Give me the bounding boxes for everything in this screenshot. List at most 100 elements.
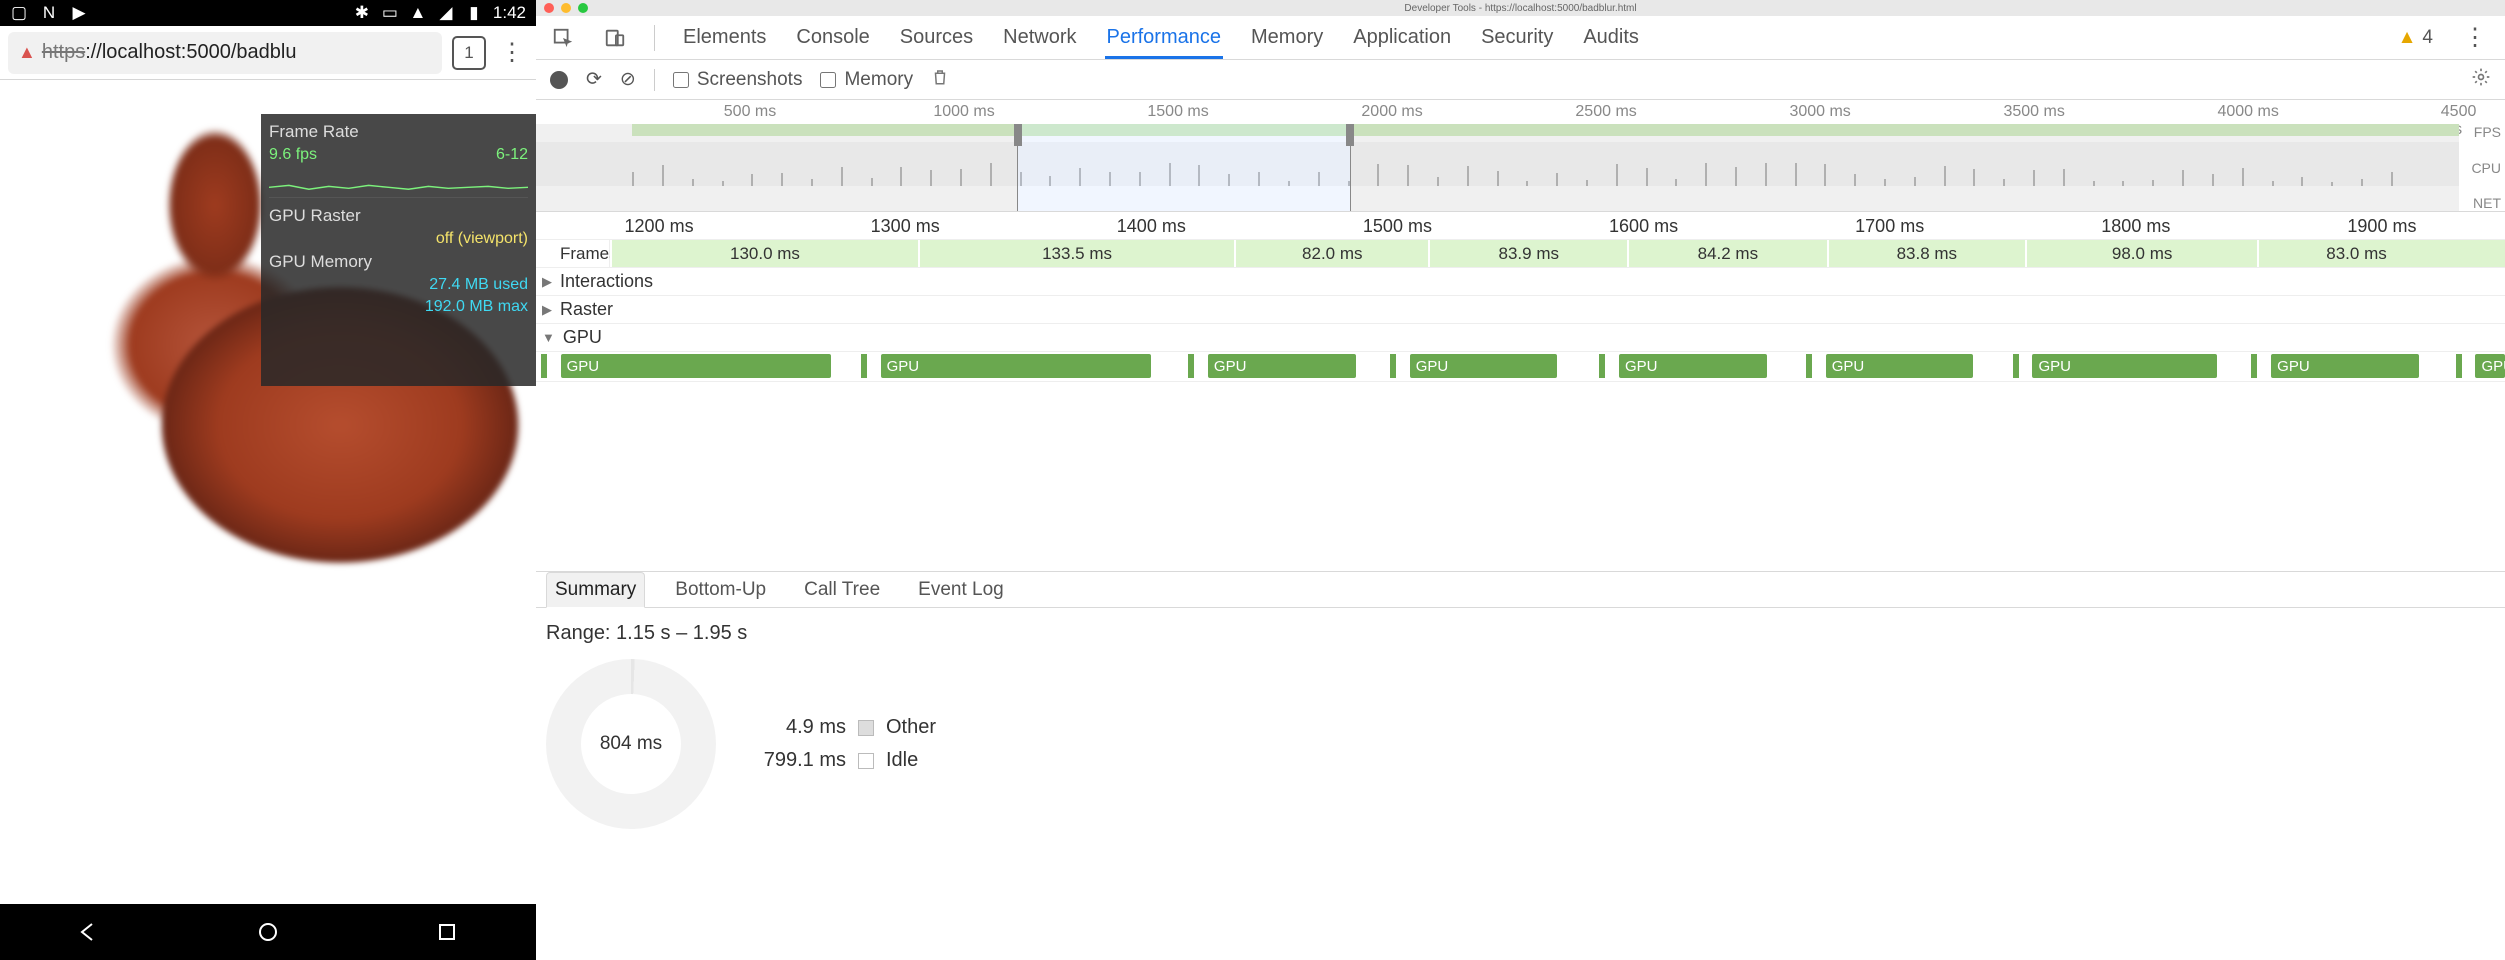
memory-toggle[interactable]: Memory — [820, 69, 913, 91]
n-icon: N — [40, 4, 58, 22]
overview-panel[interactable]: 500 ms1000 ms1500 ms2000 ms2500 ms3000 m… — [536, 100, 2505, 212]
summary-legend: 4.9 msOther 799.1 msIdle — [756, 716, 936, 772]
section-raster[interactable]: ▶Raster — [536, 296, 2505, 324]
section-interactions[interactable]: ▶Interactions — [536, 268, 2505, 296]
settings-gear-icon[interactable] — [2471, 67, 2491, 93]
tab-performance[interactable]: Performance — [1105, 16, 1224, 59]
battery-icon: ▮ — [465, 4, 483, 22]
nav-recents-icon[interactable] — [434, 919, 460, 945]
gpu-block[interactable]: GPU — [2271, 354, 2419, 378]
gpu-block[interactable]: GPU — [2475, 354, 2505, 378]
frame-block[interactable]: 82.0 ms — [1234, 240, 1428, 267]
url-input[interactable]: ▲ https://localhost:5000/badblu — [8, 32, 442, 74]
signal-icon: ◢ — [437, 4, 455, 22]
chrome-omnibar: ▲ https://localhost:5000/badblu 1 ⋮ — [0, 26, 536, 80]
gpu-mem-max: 192.0 MB max — [425, 298, 528, 316]
gpu-block[interactable]: GPU — [1410, 354, 1558, 378]
overview-ruler: 500 ms1000 ms1500 ms2000 ms2500 ms3000 m… — [536, 100, 2505, 124]
frame-block[interactable]: 98.0 ms — [2025, 240, 2257, 267]
btab-bottomup[interactable]: Bottom-Up — [667, 573, 774, 607]
gpu-block[interactable]: GPU — [881, 354, 1152, 378]
android-nav-bar — [0, 904, 536, 960]
image-icon: ▢ — [10, 4, 28, 22]
url-scheme: https — [42, 41, 85, 64]
flame-chart[interactable]: 1200 ms1300 ms1400 ms1500 ms1600 ms1700 … — [536, 212, 2505, 572]
chrome-menu-button[interactable]: ⋮ — [496, 38, 528, 67]
tab-console[interactable]: Console — [794, 16, 871, 59]
bottom-tabs: Summary Bottom-Up Call Tree Event Log — [536, 572, 2505, 608]
tab-audits[interactable]: Audits — [1581, 16, 1641, 59]
wifi-icon: ▲ — [409, 4, 427, 22]
nav-home-icon[interactable] — [255, 919, 281, 945]
frames-label: Frames — [536, 240, 610, 267]
frames-row: Frames 130.0 ms133.5 ms82.0 ms83.9 ms84.… — [536, 240, 2505, 268]
summary-donut: 804 ms — [546, 659, 716, 829]
gpu-block[interactable]: GPU — [2032, 354, 2217, 378]
frame-block[interactable]: 83.0 ms — [2257, 240, 2454, 267]
device-toolbar-icon[interactable] — [602, 25, 628, 51]
frame-block[interactable]: 130.0 ms — [610, 240, 918, 267]
frame-block[interactable]: 83.9 ms — [1428, 240, 1627, 267]
details-pane: Summary Bottom-Up Call Tree Event Log Ra… — [536, 572, 2505, 960]
tab-elements[interactable]: Elements — [681, 16, 768, 59]
tab-sources[interactable]: Sources — [898, 16, 975, 59]
nav-back-icon[interactable] — [76, 919, 102, 945]
bluetooth-icon: ✱ — [353, 4, 371, 22]
android-status-bar: ▢ N ▶ ✱ ▭ ▲ ◢ ▮ 1:42 — [0, 0, 536, 26]
gpu-block[interactable]: GPU — [1619, 354, 1767, 378]
tab-network[interactable]: Network — [1001, 16, 1078, 59]
devtools-tabs: Elements Console Sources Network Perform… — [536, 16, 2505, 60]
clear-button[interactable]: ⊘ — [620, 68, 636, 91]
warnings-badge[interactable]: ▲ 4 — [2398, 27, 2433, 49]
btab-eventlog[interactable]: Event Log — [910, 573, 1012, 607]
summary-range: Range: 1.15 s – 1.95 s — [546, 622, 2495, 645]
overview-net-label: NET — [2461, 195, 2501, 211]
btab-calltree[interactable]: Call Tree — [796, 573, 888, 607]
screenshots-toggle[interactable]: Screenshots — [673, 69, 803, 91]
traffic-lights[interactable] — [536, 3, 588, 13]
reload-record-button[interactable]: ⟳ — [586, 68, 602, 91]
inspect-element-icon[interactable] — [550, 25, 576, 51]
delete-recording-button[interactable] — [931, 68, 949, 92]
vibrate-icon: ▭ — [381, 4, 399, 22]
fps-overlay: Frame Rate 9.6 fps 6-12 GPU Raster off (… — [261, 114, 536, 386]
frame-block[interactable]: 83.8 ms — [1827, 240, 2026, 267]
gpu-block[interactable]: GPU — [561, 354, 832, 378]
selection-handle-right[interactable] — [1346, 124, 1354, 146]
gpu-block[interactable]: GPU — [1208, 354, 1356, 378]
frame-rate-label: Frame Rate — [269, 122, 359, 142]
fps-range: 6-12 — [496, 146, 528, 164]
tab-memory[interactable]: Memory — [1249, 16, 1325, 59]
legend-row: 4.9 msOther — [756, 716, 936, 739]
frame-block[interactable]: 84.2 ms — [1627, 240, 1826, 267]
devtools-titlebar: Developer Tools - https://localhost:5000… — [536, 0, 2505, 16]
status-time: 1:42 — [493, 3, 526, 23]
gpu-mem-used: 27.4 MB used — [429, 276, 528, 294]
record-button[interactable] — [550, 71, 568, 89]
fps-value: 9.6 fps — [269, 146, 317, 164]
phone-viewport: Frame Rate 9.6 fps 6-12 GPU Raster off (… — [0, 80, 536, 904]
window-title: Developer Tools - https://localhost:5000… — [1404, 3, 1636, 14]
selection-handle-left[interactable] — [1014, 124, 1022, 146]
frame-block[interactable]: 133.5 ms — [918, 240, 1234, 267]
btab-summary[interactable]: Summary — [546, 572, 645, 608]
gpu-track[interactable]: GPU GPU GPU GPU GPU GPU GPU GPU GPU — [536, 352, 2505, 382]
phone-pane: ▢ N ▶ ✱ ▭ ▲ ◢ ▮ 1:42 ▲ https://localhost… — [0, 0, 536, 960]
perf-controls: ⟳ ⊘ Screenshots Memory — [536, 60, 2505, 100]
tab-count-button[interactable]: 1 — [452, 36, 486, 70]
devtools-pane: Developer Tools - https://localhost:5000… — [536, 0, 2505, 960]
gpu-mem-label: GPU Memory — [269, 252, 372, 272]
legend-row: 799.1 msIdle — [756, 749, 936, 772]
insecure-icon: ▲ — [18, 42, 36, 63]
gpu-block[interactable]: GPU — [1826, 354, 1974, 378]
tab-application[interactable]: Application — [1351, 16, 1453, 59]
play-icon: ▶ — [70, 4, 88, 22]
gpu-raster-value: off (viewport) — [436, 230, 528, 248]
frames-track[interactable]: 130.0 ms133.5 ms82.0 ms83.9 ms84.2 ms83.… — [610, 240, 2505, 267]
gpu-raster-label: GPU Raster — [269, 206, 361, 226]
overview-selection[interactable] — [1017, 124, 1351, 211]
tab-security[interactable]: Security — [1479, 16, 1555, 59]
devtools-menu-button[interactable]: ⋮ — [2459, 23, 2491, 52]
section-gpu[interactable]: ▼GPU — [536, 324, 2505, 352]
fps-sparkline — [269, 168, 528, 198]
